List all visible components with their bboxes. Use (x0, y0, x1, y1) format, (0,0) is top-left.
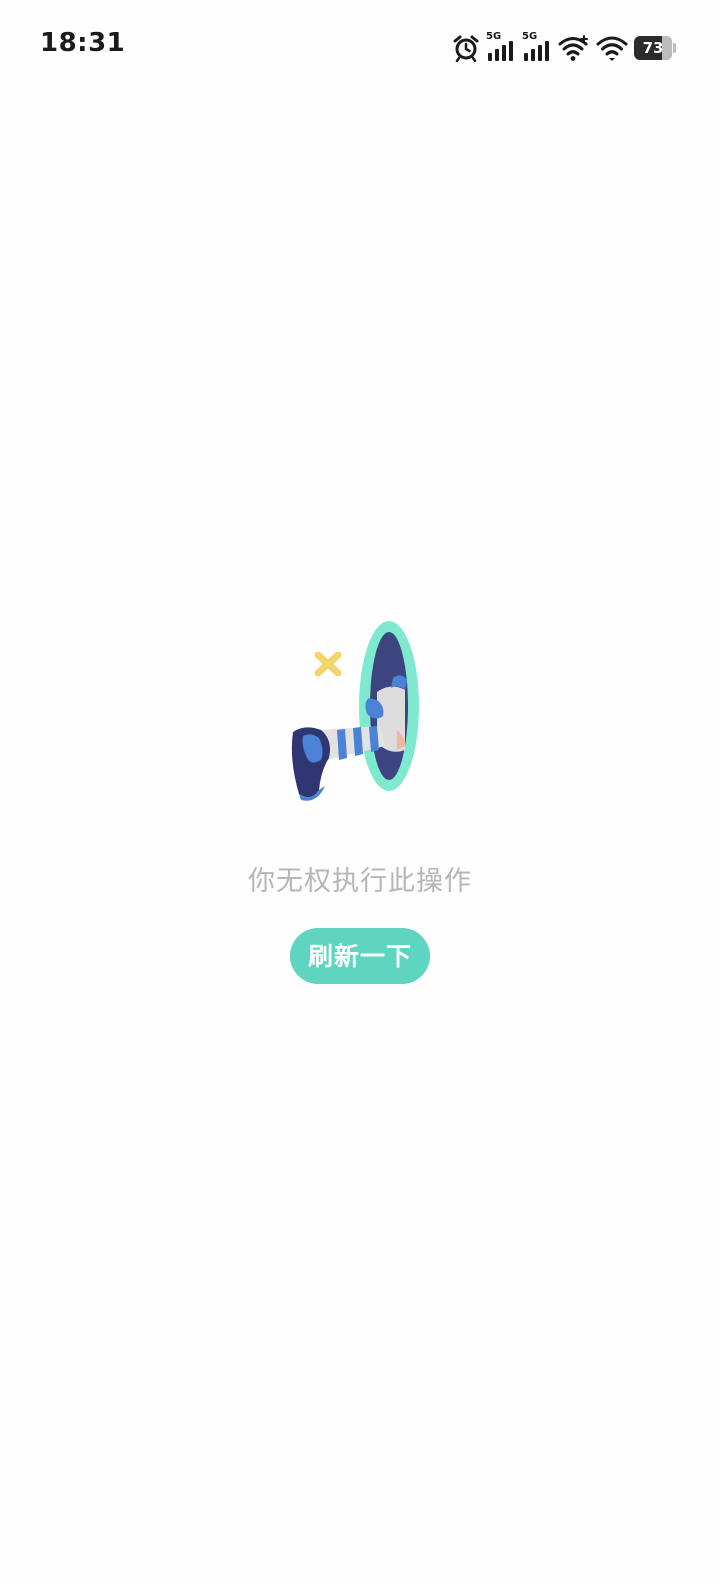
refresh-button[interactable]: 刷新一下 (290, 928, 430, 984)
alarm-icon (452, 34, 480, 62)
battery-icon: 73 (634, 36, 676, 60)
battery-tip (673, 43, 676, 53)
battery-percentage: 73 (642, 39, 664, 57)
wifi-icon (596, 34, 628, 62)
signal-5g-icon: 5G (522, 31, 552, 63)
wifi-plus-icon (558, 34, 590, 62)
status-time: 18:31 (40, 28, 126, 58)
character-shoe (291, 727, 330, 801)
status-bar: 18:31 5G 5G 73 (0, 0, 720, 96)
portal-character-illustration (291, 621, 419, 801)
status-icons: 5G 5G 73 (452, 31, 676, 64)
sparkle-icon (314, 651, 342, 677)
screen: 18:31 5G 5G 73 你无权执行此操作 刷新一下 (0, 0, 720, 1584)
signal-5g-icon: 5G (486, 31, 516, 63)
empty-state: 你无权执行此操作 刷新一下 (0, 610, 720, 984)
permission-denied-message: 你无权执行此操作 (248, 866, 472, 897)
